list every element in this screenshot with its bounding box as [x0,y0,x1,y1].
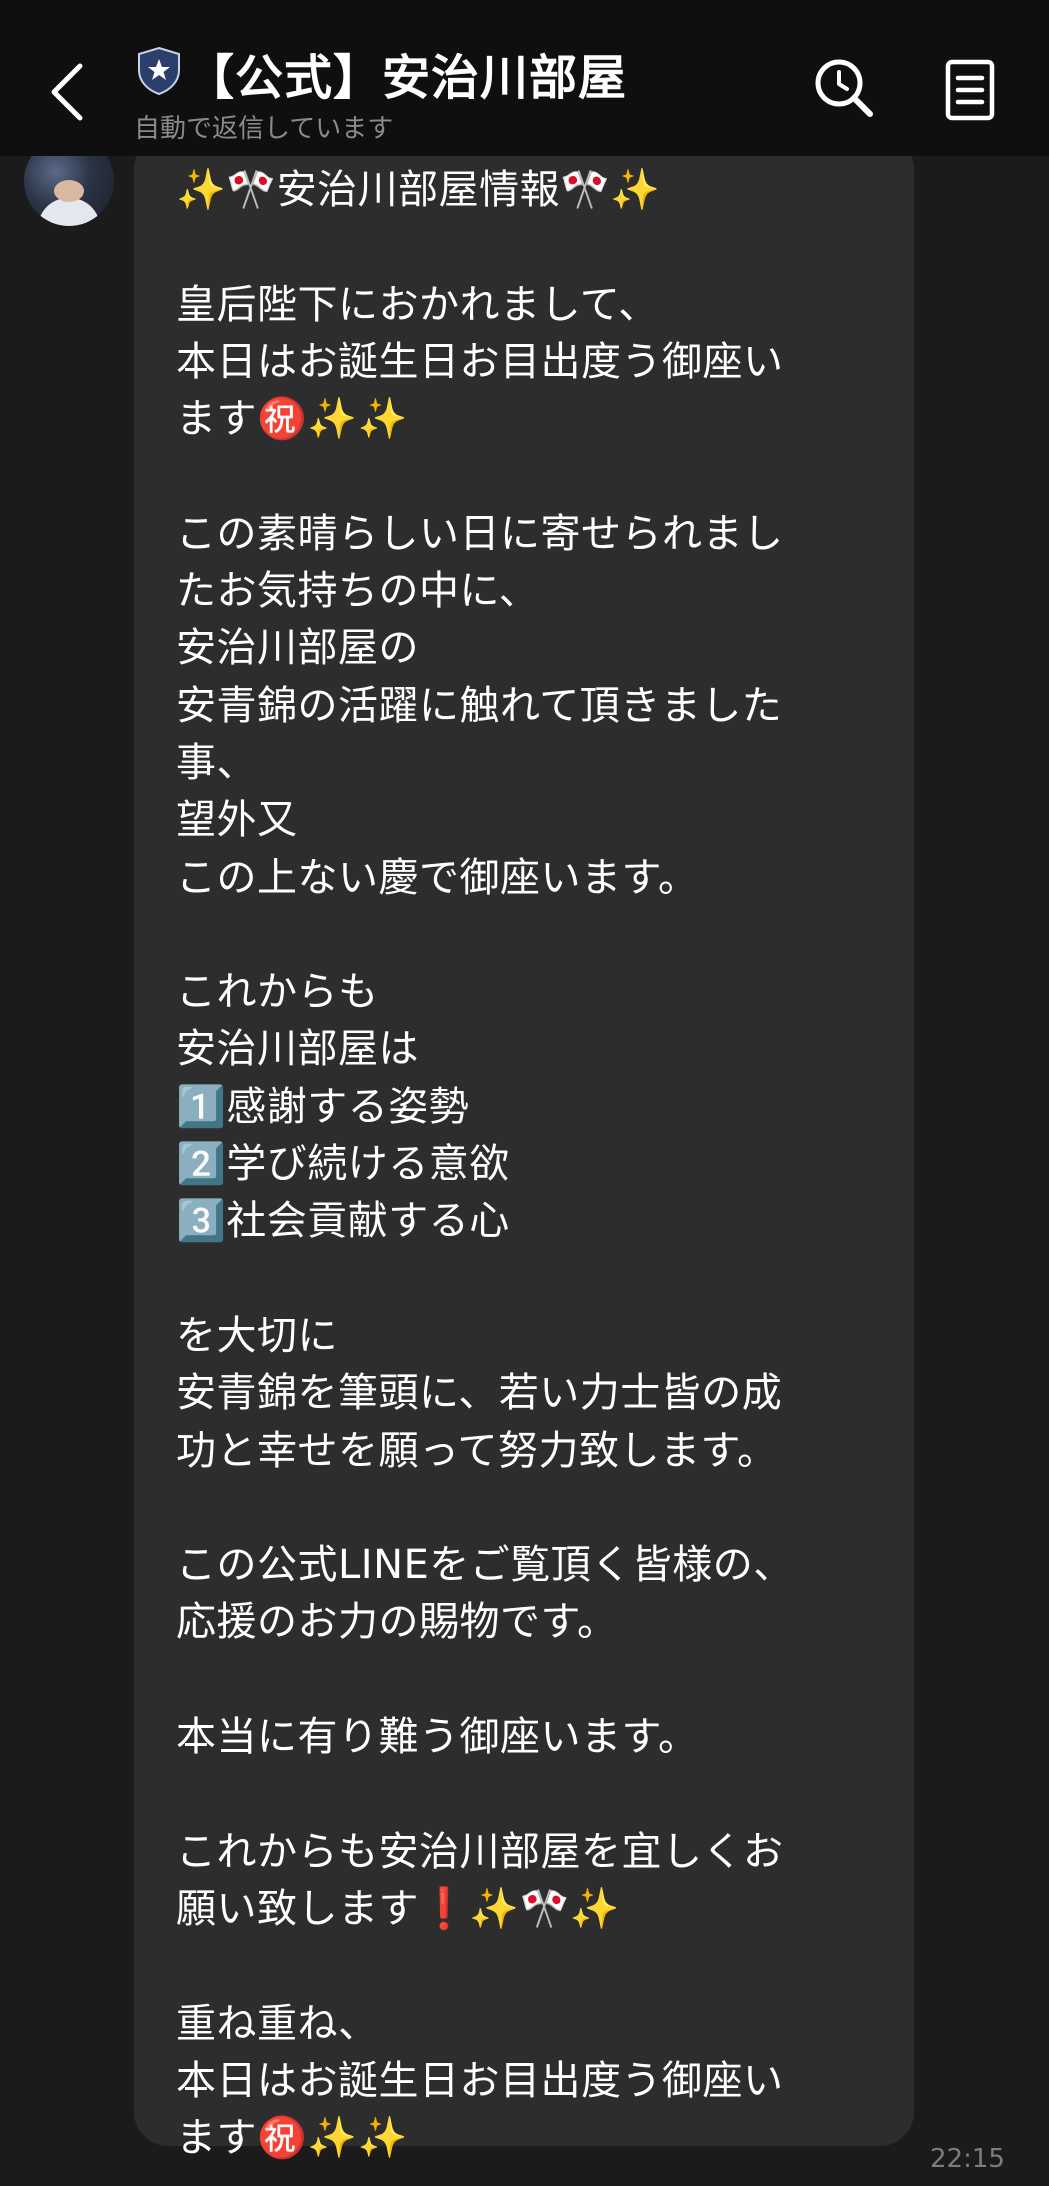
chevron-left-icon [51,63,83,121]
page-title: 【公式】安治川部屋 [186,50,628,106]
avatar-face [54,180,84,202]
auto-reply-status: 自動で返信しています [134,114,394,144]
search-button[interactable] [812,56,876,120]
search-icon [815,59,873,117]
chat-screen: 【公式】安治川部屋 自動で返信しています ✨🎌安治川部屋情報🎌✨ 皇后陛下におか [0,0,1049,2186]
notes-icon [945,59,995,121]
chat-header: 【公式】安治川部屋 自動で返信しています [0,0,1049,156]
message-timestamp: 22:15 [930,2144,1005,2174]
notes-button[interactable] [940,58,1000,122]
message-text: ✨🎌安治川部屋情報🎌✨ 皇后陛下におかれまして、 本日はお誕生日お目出度う御座い… [176,167,794,2162]
chat-area[interactable]: ✨🎌安治川部屋情報🎌✨ 皇后陛下におかれまして、 本日はお誕生日お目出度う御座い… [0,136,1049,2186]
avatar-shirt [38,198,100,226]
shield-star-icon [138,46,180,96]
back-button[interactable] [36,52,96,132]
